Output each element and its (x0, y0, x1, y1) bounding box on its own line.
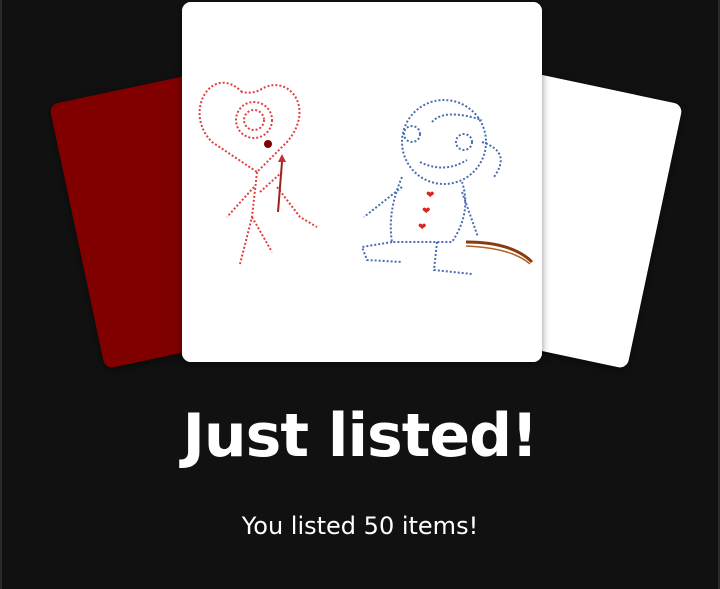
listing-success-modal: ❤ ❤ ❤ Just listed! You listed 50 items! (0, 0, 720, 589)
listing-count-message: You listed 50 items! (241, 512, 479, 540)
svg-text:❤: ❤ (422, 206, 430, 217)
listing-card-front: ❤ ❤ ❤ (182, 2, 542, 362)
svg-text:❤: ❤ (418, 222, 426, 233)
svg-text:❤: ❤ (426, 190, 434, 201)
stick-figure-artwork: ❤ ❤ ❤ (182, 2, 542, 362)
page-title: Just listed! (182, 401, 539, 471)
